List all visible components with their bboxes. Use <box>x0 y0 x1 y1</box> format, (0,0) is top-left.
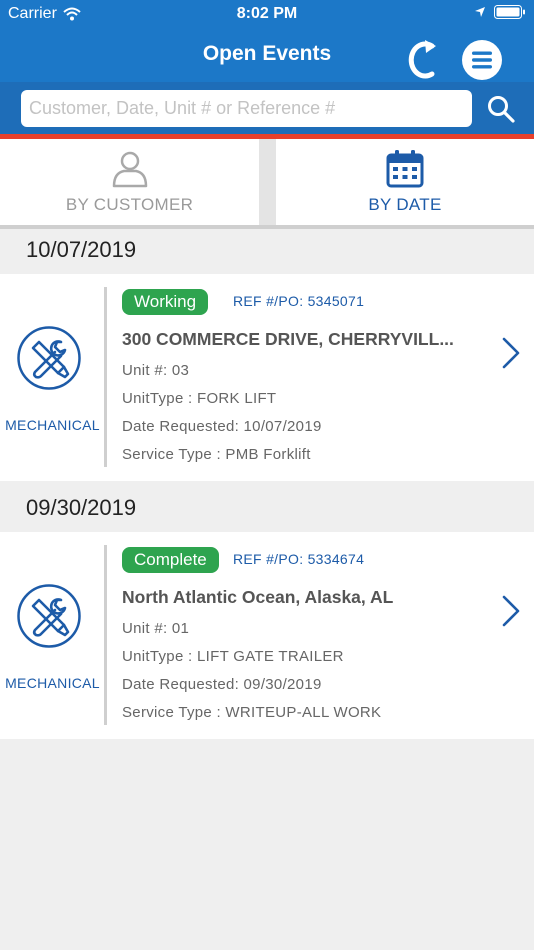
unit-number: Unit #: 01 <box>122 620 190 637</box>
tab-by-date[interactable]: BY DATE <box>276 139 534 225</box>
category-label: MECHANICAL <box>5 675 100 691</box>
search-icon <box>488 96 515 123</box>
reference-number: REF #/PO: 5334674 <box>233 551 365 567</box>
status-bar: Carrier 8:02 PM <box>0 0 534 30</box>
tab-by-customer[interactable]: BY CUSTOMER <box>0 139 259 225</box>
menu-icon <box>472 51 492 69</box>
section-date: 10/07/2019 <box>26 237 137 262</box>
page-title: Open Events <box>202 42 332 65</box>
unit-type: UnitType : FORK LIFT <box>122 390 277 407</box>
refresh-icon <box>408 40 436 79</box>
wrench-screwdriver-icon <box>17 584 81 648</box>
category-label: MECHANICAL <box>5 417 100 433</box>
person-icon <box>112 151 147 188</box>
chevron-right-icon[interactable] <box>500 336 522 370</box>
search-button[interactable] <box>486 94 516 124</box>
tab-label: BY CUSTOMER <box>65 195 194 214</box>
date-section-header: 10/07/2019 <box>0 229 534 273</box>
status-badge: Working <box>122 289 209 315</box>
unit-type: UnitType : LIFT GATE TRAILER <box>122 648 344 665</box>
service-type: Service Type : WRITEUP-ALL WORK <box>122 704 382 721</box>
card-divider <box>104 287 107 467</box>
status-right <box>474 5 526 19</box>
calendar-icon <box>386 150 424 188</box>
date-section-header: 09/30/2019 <box>0 487 534 531</box>
section-date: 09/30/2019 <box>26 495 137 520</box>
location-arrow-icon <box>475 7 485 17</box>
search-input[interactable] <box>21 90 472 127</box>
status-time: 8:02 PM <box>236 5 298 22</box>
date-requested: Date Requested: 10/07/2019 <box>122 418 322 435</box>
reference-number: REF #/PO: 5345071 <box>233 293 365 309</box>
menu-button[interactable] <box>462 40 502 80</box>
view-tabs: BY CUSTOMER BY DATE <box>0 139 534 229</box>
chevron-right-icon[interactable] <box>500 594 522 628</box>
event-card[interactable]: MECHANICAL Working REF #/PO: 5345071 300… <box>0 274 534 481</box>
status-badge: Complete <box>122 547 219 573</box>
card-divider <box>104 545 107 725</box>
tab-label: BY DATE <box>368 195 442 214</box>
event-card[interactable]: MECHANICAL Complete REF #/PO: 5334674 No… <box>0 532 534 739</box>
app-header: Carrier 8:02 PM Open Events <box>0 0 534 139</box>
date-requested: Date Requested: 09/30/2019 <box>122 676 322 693</box>
battery-icon <box>494 5 525 19</box>
refresh-button[interactable] <box>406 38 442 82</box>
wrench-screwdriver-icon <box>17 326 81 390</box>
search-bar <box>0 82 534 134</box>
service-type: Service Type : PMB Forklift <box>122 446 311 463</box>
event-address: 300 COMMERCE DRIVE, CHERRYVILL... <box>122 329 454 349</box>
event-address: North Atlantic Ocean, Alaska, AL <box>122 587 394 607</box>
unit-number: Unit #: 03 <box>122 362 190 379</box>
